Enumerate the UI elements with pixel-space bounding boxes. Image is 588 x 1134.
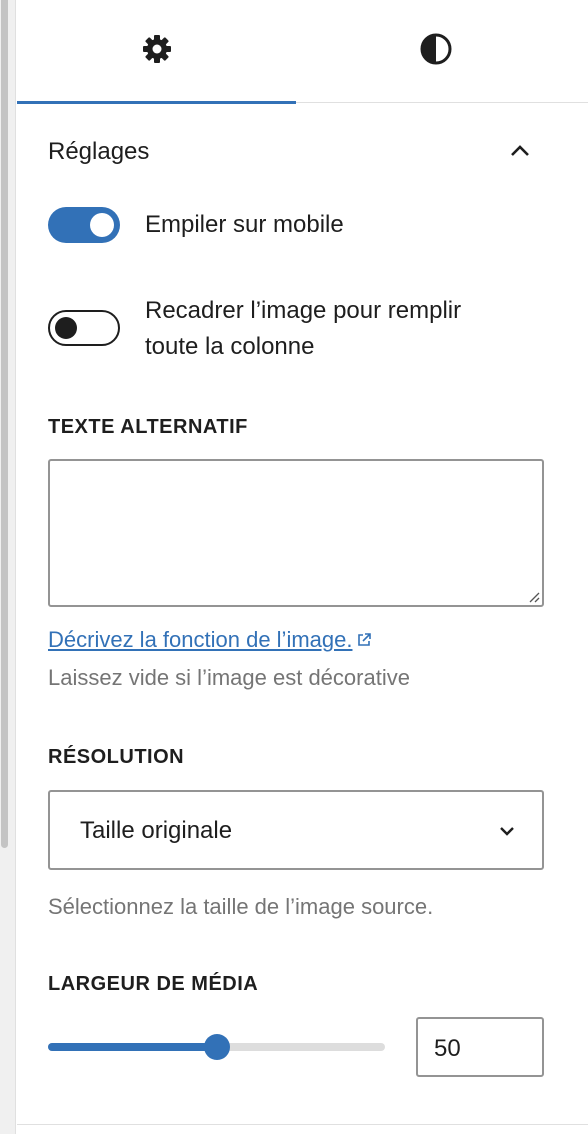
media-width-input[interactable]: 50 xyxy=(416,1017,544,1077)
resolution-help: Sélectionnez la taille de l’image source… xyxy=(48,894,434,919)
resolution-selected-value: Taille originale xyxy=(80,817,233,844)
tab-settings[interactable] xyxy=(17,0,296,104)
alt-text-help: Laissez vide si l’image est décorative xyxy=(48,665,410,690)
chevron-down-icon xyxy=(498,822,516,840)
media-width-value: 50 xyxy=(434,1035,461,1062)
toggle-knob xyxy=(55,317,77,339)
slider-fill xyxy=(48,1043,217,1051)
editor-scroll-strip xyxy=(0,0,16,1134)
media-width-slider[interactable] xyxy=(48,1030,385,1064)
crop-image-toggle[interactable] xyxy=(48,310,120,346)
stack-mobile-toggle[interactable] xyxy=(48,207,120,243)
crop-image-label-line1: Recadrer l’image pour remplir xyxy=(145,297,462,324)
resolution-label: RÉSOLUTION xyxy=(48,746,185,768)
describe-image-link-text: Décrivez la fonction de l’image. xyxy=(48,627,353,652)
media-width-label: LARGEUR DE MÉDIA xyxy=(48,973,259,995)
describe-image-link[interactable]: Décrivez la fonction de l’image. xyxy=(48,627,372,654)
toggle-knob xyxy=(90,213,114,237)
scrollbar[interactable] xyxy=(1,0,8,848)
crop-image-label-line2: toute la colonne xyxy=(145,333,315,360)
tab-styles[interactable] xyxy=(296,0,575,103)
chevron-up-icon[interactable] xyxy=(505,136,535,166)
slider-thumb[interactable] xyxy=(204,1034,230,1060)
inspector-tabs xyxy=(17,0,588,104)
half-circle-contrast-icon xyxy=(419,32,453,71)
stack-mobile-row: Empiler sur mobile xyxy=(48,207,548,243)
alt-text-textarea[interactable] xyxy=(48,459,544,607)
alt-text-label: TEXTE ALTERNATIF xyxy=(48,416,248,438)
crop-image-row: Recadrer l’image pour remplir toute la c… xyxy=(48,293,548,365)
section-title: Réglages xyxy=(48,138,150,165)
block-inspector-panel: Réglages Empiler sur mobile Recadrer l’i… xyxy=(17,0,588,1134)
resolution-select[interactable]: Taille originale xyxy=(48,790,544,870)
resize-grip-icon[interactable] xyxy=(526,589,540,603)
external-link-icon xyxy=(356,628,372,654)
stack-mobile-label: Empiler sur mobile xyxy=(145,211,344,238)
gear-icon xyxy=(141,33,173,70)
divider xyxy=(17,1124,588,1125)
settings-section-header[interactable]: Réglages xyxy=(17,118,571,184)
